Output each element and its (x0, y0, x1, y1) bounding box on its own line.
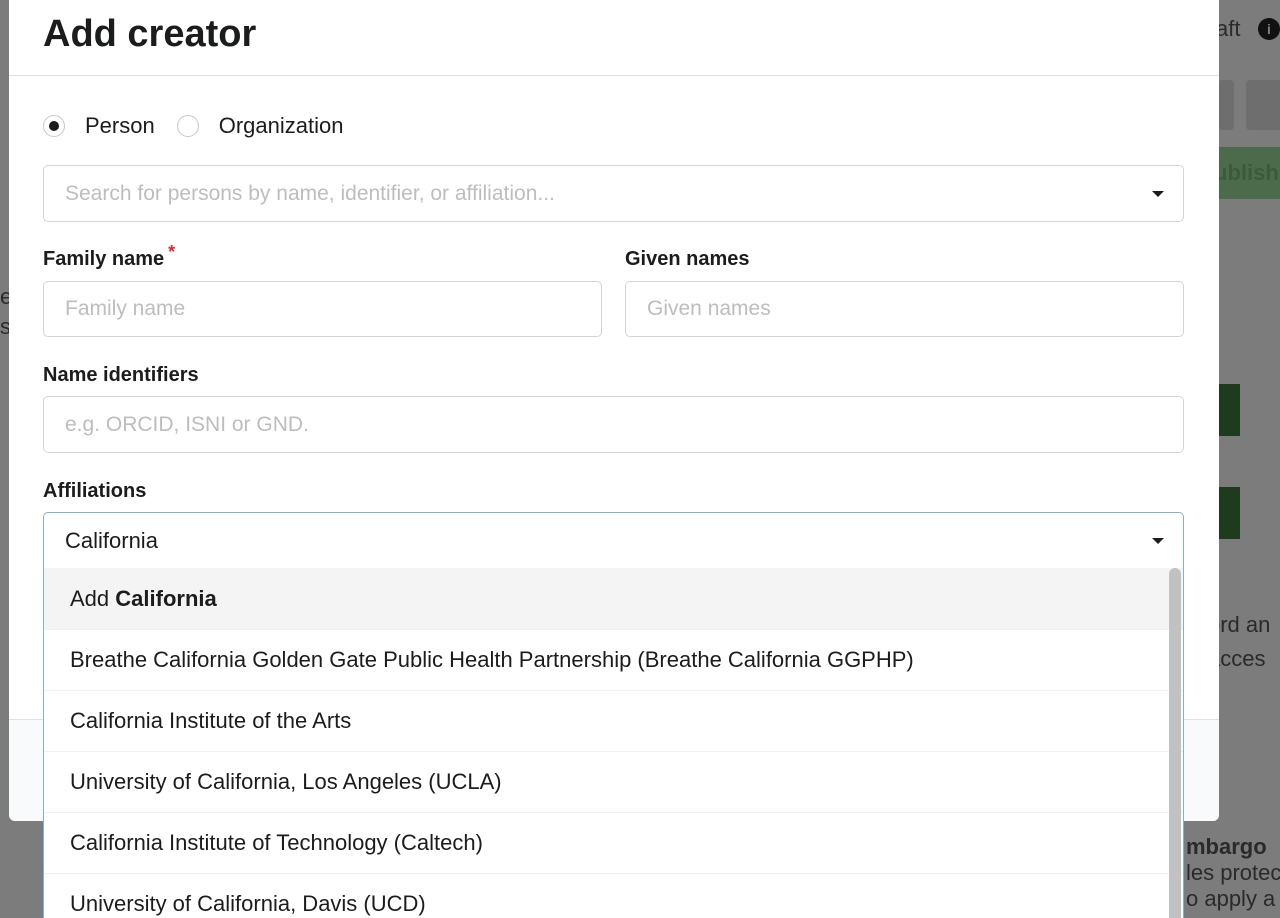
affiliation-add-option[interactable]: Add California (44, 568, 1183, 629)
name-identifiers-placeholder: e.g. ORCID, ISNI or GND. (65, 412, 309, 436)
modal-title: Add creator (43, 13, 257, 55)
bg-embargo-line-1: les protec (1186, 860, 1280, 885)
affiliation-option[interactable]: University of California, Davis (UCD) (44, 873, 1183, 918)
bg-embargo-title: mbargo (1186, 834, 1267, 859)
name-identifiers-label: Name identifiers (43, 364, 199, 386)
add-option-prefix: Add (70, 585, 110, 611)
bg-green-block-2 (1218, 487, 1240, 539)
modal-header: Add creator (9, 0, 1219, 76)
search-placeholder: Search for persons by name, identifier, … (65, 181, 555, 205)
person-search-dropdown[interactable]: Search for persons by name, identifier, … (43, 165, 1184, 222)
given-names-placeholder: Given names (647, 297, 771, 320)
bg-green-block-1 (1218, 384, 1240, 436)
affiliations-search-value[interactable]: California (65, 528, 158, 554)
name-identifiers-input[interactable]: e.g. ORCID, ISNI or GND. (43, 396, 1184, 453)
given-names-input[interactable]: Given names (625, 281, 1184, 337)
family-name-placeholder: Family name (65, 297, 186, 320)
bg-embargo-line-2: o apply a (1186, 886, 1276, 911)
organization-radio[interactable] (176, 115, 199, 137)
affiliation-option[interactable]: University of California, Los Angeles (U… (44, 751, 1183, 812)
menu-scrollbar[interactable] (1169, 568, 1181, 918)
add-option-term: California (115, 585, 217, 611)
affiliation-option[interactable]: Breathe California Golden Gate Public He… (44, 629, 1183, 690)
family-name-label: Family name * (43, 242, 175, 271)
chevron-down-icon[interactable] (1152, 537, 1164, 544)
bg-publish-label: ublish (1214, 160, 1279, 185)
chevron-down-icon[interactable] (1152, 190, 1164, 197)
info-icon: i (1258, 18, 1280, 40)
organization-radio-label[interactable]: Organization (219, 113, 344, 139)
radio-selected-dot (49, 121, 59, 131)
affiliation-option[interactable]: California Institute of Technology (Calt… (44, 812, 1183, 873)
creator-type-radio-group: Person Organization (43, 113, 365, 139)
affiliation-option[interactable]: California Institute of the Arts (44, 690, 1183, 751)
given-names-label: Given names (625, 248, 750, 270)
bg-button (1218, 80, 1234, 130)
person-radio-label[interactable]: Person (85, 113, 155, 139)
affiliations-menu: Add California Breathe California Golden… (43, 568, 1184, 918)
required-mark: * (168, 242, 176, 262)
family-name-input[interactable]: Family name (43, 281, 602, 337)
affiliations-dropdown[interactable]: California (43, 512, 1184, 569)
bg-status-text: aft (1216, 16, 1241, 41)
affiliations-label: Affiliations (43, 480, 147, 502)
family-name-label-text: Family name (43, 248, 165, 270)
person-radio[interactable] (43, 115, 65, 137)
bg-preview-button (1246, 80, 1280, 130)
